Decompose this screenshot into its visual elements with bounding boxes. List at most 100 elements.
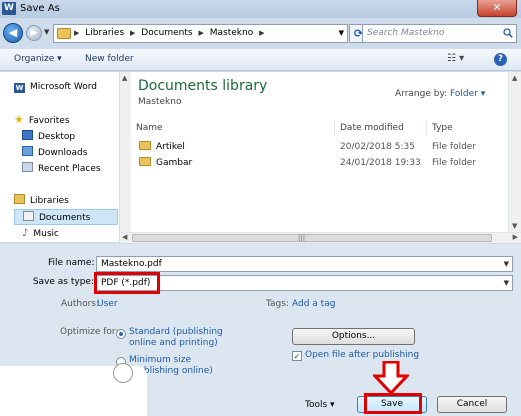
recent-locations-dropdown[interactable]: ▼ <box>44 28 49 36</box>
word-app-icon: W <box>2 2 16 15</box>
cancel-button[interactable]: Cancel <box>437 396 507 413</box>
sidebar-item-documents[interactable]: Documents <box>14 209 118 225</box>
sidebar-item-recent-places[interactable]: Recent Places <box>22 161 101 177</box>
sidebar-item-label: Desktop <box>38 132 76 142</box>
column-header-date-modified[interactable]: Date modified <box>335 120 427 136</box>
library-subtitle: Mastekno <box>138 97 182 107</box>
file-name-text: Artikel <box>156 142 185 152</box>
address-row: ◀ ▶ ▼ ▶ Libraries ▶ Documents ▶ Mastekno… <box>0 21 521 47</box>
sidebar-item-desktop[interactable]: Desktop <box>22 129 75 145</box>
scroll-right-icon[interactable]: ▶ <box>513 233 518 241</box>
arrange-by[interactable]: Arrange by: Folder ▾ <box>395 89 485 99</box>
folder-icon <box>139 157 151 166</box>
view-options-button[interactable]: ☷ ▾ <box>447 53 464 64</box>
breadcrumb-arrow-icon[interactable]: ▶ <box>130 29 135 37</box>
libraries-icon <box>14 194 25 204</box>
word-icon: W <box>14 83 25 93</box>
folder-icon <box>139 141 151 150</box>
breadcrumb: ▶ Libraries ▶ Documents ▶ Mastekno ▶ <box>74 28 267 38</box>
down-arrow-icon <box>373 361 409 395</box>
scroll-up-icon[interactable]: ▲ <box>122 74 127 82</box>
music-icon: ♪ <box>22 228 29 239</box>
breadcrumb-documents[interactable]: Documents <box>141 28 192 38</box>
breadcrumb-arrow-icon[interactable]: ▶ <box>198 29 203 37</box>
sidebar-item-libraries[interactable]: Libraries <box>14 193 69 209</box>
navigation-pane: W Microsoft Word ★ Favorites Desktop Downl… <box>0 72 120 242</box>
file-name-field[interactable]: Mastekno.pdf ▼ <box>96 256 513 272</box>
sidebar-item-label: Documents <box>39 213 91 223</box>
optimize-for-label: Optimize for: <box>60 327 119 337</box>
open-after-publishing-checkbox[interactable]: ✓ <box>292 351 302 361</box>
desktop-icon <box>22 130 33 140</box>
breadcrumb-libraries[interactable]: Libraries <box>85 28 124 38</box>
date-modified-cell: 24/01/2018 19:33 <box>340 158 421 168</box>
file-list-scrollbar[interactable]: ▲ ▼ <box>508 72 521 232</box>
breadcrumb-arrow-icon[interactable]: ▶ <box>74 29 79 37</box>
downloads-icon <box>22 146 33 156</box>
highlight-box <box>94 272 160 294</box>
tools-button[interactable]: Tools ▾ <box>305 400 335 410</box>
save-as-type-label: Save as type: <box>32 277 94 287</box>
file-row[interactable]: Gambar 24/01/2018 19:33 File folder <box>131 155 508 172</box>
file-name-value: Mastekno.pdf <box>101 259 162 269</box>
optimize-standard-label[interactable]: Standard (publishing online and printing… <box>129 327 229 349</box>
type-cell: File folder <box>432 142 477 152</box>
circle-outline <box>113 363 133 383</box>
open-after-publishing-label[interactable]: Open file after publishing <box>305 350 419 360</box>
scroll-thumb[interactable]: ||| <box>132 234 492 242</box>
horizontal-scrollbar[interactable]: ◀ ||| ▶ <box>120 232 521 243</box>
sidebar-item-label: Microsoft Word <box>30 82 97 92</box>
type-cell: File folder <box>432 158 477 168</box>
new-folder-button[interactable]: New folder <box>85 54 134 64</box>
file-name-cell: Artikel <box>139 139 185 156</box>
tags-label: Tags: <box>266 299 289 309</box>
folder-icon <box>57 28 71 39</box>
back-button[interactable]: ◀ <box>3 23 23 43</box>
authors-value[interactable]: User <box>97 299 118 309</box>
scroll-up-icon[interactable]: ▲ <box>512 74 517 82</box>
organize-button[interactable]: Organize ▾ <box>14 54 62 64</box>
search-input[interactable]: Search Mastekno <box>362 24 517 43</box>
address-bar[interactable]: ▶ Libraries ▶ Documents ▶ Mastekno ▶ ▼ <box>53 24 348 43</box>
navigation-scrollbar[interactable]: ▲ ▼ <box>119 72 131 242</box>
sidebar-item-label: Downloads <box>38 148 88 158</box>
help-icon[interactable]: ? <box>494 53 507 66</box>
sidebar-item-label: Libraries <box>30 196 69 206</box>
save-as-dialog: W Save As ✕ ◀ ▶ ▼ ▶ Libraries ▶ Document… <box>0 0 521 416</box>
title-bar: W Save As ✕ <box>0 0 521 18</box>
file-name-text: Gambar <box>156 158 193 168</box>
breadcrumb-mastekno[interactable]: Mastekno <box>210 28 253 38</box>
chevron-down-icon[interactable]: ▼ <box>504 257 509 271</box>
file-row[interactable]: Artikel 20/02/2018 5:35 File folder <box>131 139 508 156</box>
add-tag-link[interactable]: Add a tag <box>292 299 335 309</box>
file-name-cell: Gambar <box>139 155 192 172</box>
sidebar-item-downloads[interactable]: Downloads <box>22 145 87 161</box>
sidebar-item-music[interactable]: ♪ Music <box>22 226 59 242</box>
optimize-standard-radio[interactable] <box>116 329 126 339</box>
library-title: Documents library <box>138 78 268 94</box>
sidebar-item-label: Recent Places <box>38 164 101 174</box>
scroll-grip-icon: ||| <box>298 234 306 242</box>
forward-button[interactable]: ▶ <box>26 25 42 41</box>
column-header-type[interactable]: Type <box>427 120 508 136</box>
recent-places-icon <box>22 162 33 172</box>
search-icon[interactable] <box>503 28 513 38</box>
search-placeholder: Search Mastekno <box>367 28 445 38</box>
scroll-left-icon[interactable]: ◀ <box>122 233 127 241</box>
column-header-name[interactable]: Name <box>131 120 335 136</box>
sidebar-item-label: Favorites <box>28 116 70 126</box>
star-icon: ★ <box>14 113 24 126</box>
breadcrumb-arrow-icon[interactable]: ▶ <box>259 29 264 37</box>
sidebar-item-microsoft-word[interactable]: W Microsoft Word <box>14 79 97 95</box>
sidebar-item-favorites[interactable]: ★ Favorites <box>14 112 70 128</box>
chevron-down-icon[interactable]: ▼ <box>504 276 509 290</box>
save-highlight-box <box>364 393 422 414</box>
scroll-down-icon[interactable]: ▼ <box>512 222 517 230</box>
window-title: Save As <box>20 3 60 14</box>
arrange-by-value[interactable]: Folder ▾ <box>450 89 485 99</box>
date-modified-cell: 20/02/2018 5:35 <box>340 142 415 152</box>
address-dropdown-icon[interactable]: ▼ <box>339 29 344 37</box>
close-button[interactable]: ✕ <box>477 0 517 17</box>
file-name-label: File name: <box>48 258 95 268</box>
options-button[interactable]: Options... <box>292 328 415 345</box>
